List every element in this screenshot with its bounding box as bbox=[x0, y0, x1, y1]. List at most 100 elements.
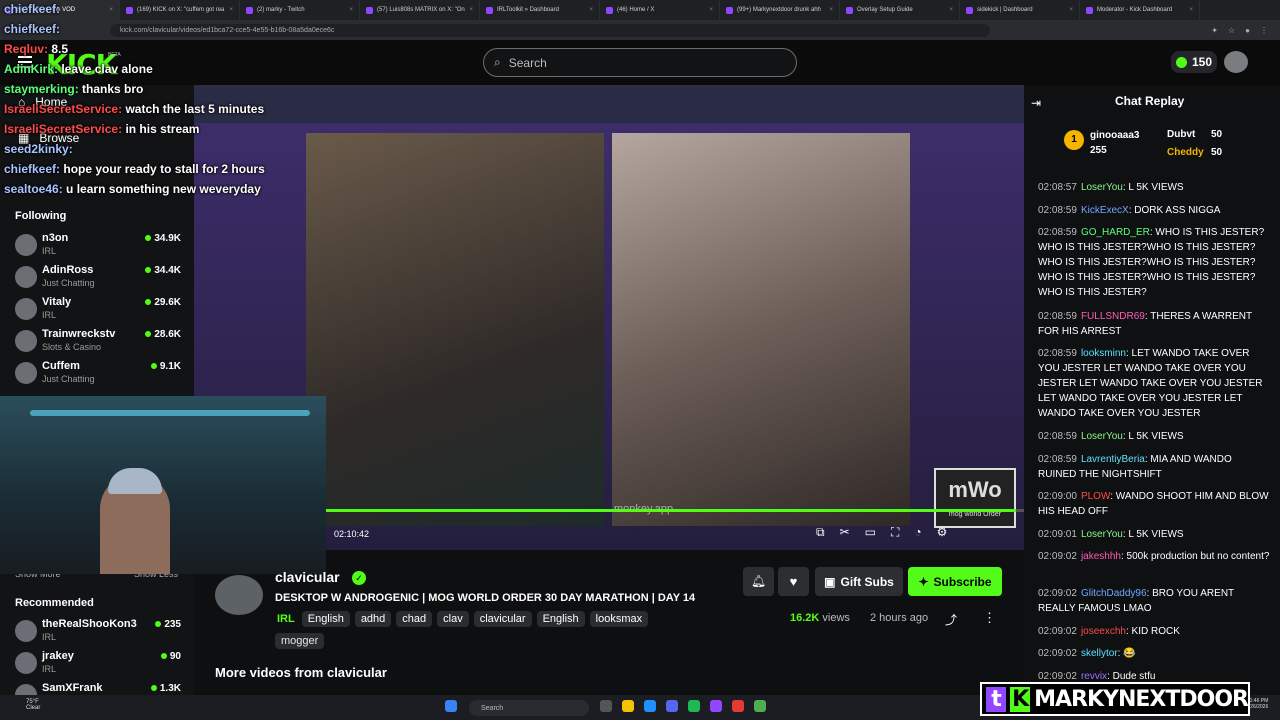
browser-tab[interactable]: (2) marky - Twitch × bbox=[240, 0, 360, 20]
chat-username[interactable]: LoserYou bbox=[1081, 529, 1123, 540]
tag[interactable]: clav bbox=[437, 611, 469, 627]
tag[interactable]: English bbox=[536, 611, 585, 627]
file-explorer-icon[interactable] bbox=[622, 700, 634, 712]
chrome-icon[interactable] bbox=[754, 700, 766, 712]
gift-subs-label: Gift Subs bbox=[840, 574, 894, 589]
browser-tab[interactable]: Overlay Setup Guide × bbox=[840, 0, 960, 20]
chat-username[interactable]: LoserYou bbox=[1081, 431, 1123, 442]
close-tab-icon[interactable]: × bbox=[469, 7, 473, 13]
sidebar-channel-row[interactable]: Cuffem Just Chatting 9.1K bbox=[15, 359, 185, 387]
channel-avatar[interactable] bbox=[215, 575, 263, 615]
chat-username[interactable]: KickExecX bbox=[1081, 205, 1129, 216]
browser-tab[interactable]: sidekick | Dashboard × bbox=[960, 0, 1080, 20]
close-tab-icon[interactable]: × bbox=[949, 7, 953, 13]
follow-button[interactable]: ♥ bbox=[778, 567, 809, 596]
overlay-chat-line: chiefkeef: hope your ready to stall for … bbox=[4, 162, 265, 176]
tag[interactable]: English bbox=[301, 611, 350, 627]
taskbar-search[interactable]: Search bbox=[469, 700, 589, 716]
chat-username[interactable]: GO_HARD_ER bbox=[1081, 227, 1150, 238]
chat-username[interactable]: PLOW bbox=[1081, 491, 1110, 502]
category-link[interactable]: IRL bbox=[275, 611, 297, 627]
edge-icon[interactable] bbox=[644, 700, 656, 712]
progress-bar[interactable] bbox=[326, 509, 1016, 512]
profile-icon[interactable]: ● bbox=[1245, 26, 1250, 35]
leader-1-name[interactable]: ginooaaa3 bbox=[1090, 130, 1139, 141]
channel-category: IRL bbox=[42, 664, 57, 674]
sidebar-channel-row[interactable]: n3on IRL 34.9K bbox=[15, 231, 185, 259]
browser-tab[interactable]: Moderator - Kick Dashboard × bbox=[1080, 0, 1200, 20]
close-tab-icon[interactable]: × bbox=[829, 7, 833, 13]
close-tab-icon[interactable]: × bbox=[109, 7, 113, 13]
close-tab-icon[interactable]: × bbox=[1069, 7, 1073, 13]
more-options-icon[interactable]: ⋮ bbox=[983, 610, 996, 626]
speed-icon[interactable]: ◔ bbox=[914, 525, 921, 540]
led-lights bbox=[30, 410, 310, 416]
chat-username[interactable]: skellytor bbox=[1081, 648, 1118, 659]
pip-icon[interactable]: ⧉ bbox=[816, 525, 825, 540]
tag[interactable]: clavicular bbox=[473, 611, 532, 627]
progress-remaining[interactable] bbox=[1016, 509, 1024, 512]
url-field[interactable]: kick.com/clavicular/videos/ed1bca72-cce5… bbox=[110, 23, 990, 37]
sidebar-channel-row[interactable]: Trainwreckstv Slots & Casino 28.6K bbox=[15, 327, 185, 355]
chat-title: Chat Replay bbox=[1115, 94, 1185, 108]
browser-tab[interactable]: (46) Home / X × bbox=[600, 0, 720, 20]
extension-icon[interactable]: ✦ bbox=[1211, 26, 1218, 35]
start-icon[interactable] bbox=[445, 700, 457, 712]
close-tab-icon[interactable]: × bbox=[709, 7, 713, 13]
fullscreen-icon[interactable]: ⛶ bbox=[891, 525, 899, 540]
discord-icon[interactable] bbox=[666, 700, 678, 712]
subscribe-button[interactable]: ✦ Subscribe bbox=[908, 567, 1002, 596]
views-number: 16.2K bbox=[790, 612, 820, 624]
channel-avatar bbox=[15, 234, 37, 256]
tag[interactable]: adhd bbox=[354, 611, 392, 627]
tag[interactable]: looksmax bbox=[589, 611, 649, 627]
menu-icon[interactable]: ⋮ bbox=[1260, 26, 1268, 35]
chat-username[interactable]: joseexchh bbox=[1081, 626, 1126, 637]
close-tab-icon[interactable]: × bbox=[229, 7, 233, 13]
chat-username[interactable]: GlitchDaddy96 bbox=[1081, 588, 1147, 599]
search-input[interactable]: ⌕ Search bbox=[483, 48, 797, 77]
search-placeholder: Search bbox=[508, 55, 547, 70]
chat-username[interactable]: jakeshhh bbox=[1081, 551, 1121, 562]
settings-icon[interactable]: ⚙ bbox=[937, 525, 948, 540]
overlay-chat-user: AdinKirk: bbox=[4, 62, 58, 76]
share-icon[interactable]: ⤴ bbox=[945, 611, 957, 628]
channel-category: Just Chatting bbox=[42, 278, 95, 288]
leader-3-name[interactable]: Cheddy bbox=[1167, 147, 1204, 158]
sidebar-channel-row[interactable]: jrakey IRL 90 bbox=[15, 649, 185, 677]
sidebar-channel-row[interactable]: theRealShooKon3 IRL 235 bbox=[15, 617, 185, 645]
close-tab-icon[interactable]: × bbox=[349, 7, 353, 13]
browser-tab[interactable]: IRLToolkit » Dashboard × bbox=[480, 0, 600, 20]
browser-tab[interactable]: (57) Luis808s MATRIX on X: "On × bbox=[360, 0, 480, 20]
browser-tab[interactable]: (169) KICK on X: "cuffem got rea × bbox=[120, 0, 240, 20]
weather-widget[interactable]: 75°F Clear bbox=[26, 699, 40, 711]
tag[interactable]: mogger bbox=[275, 633, 325, 649]
twitch-icon[interactable] bbox=[710, 700, 722, 712]
collapse-chat-icon[interactable]: ⇥ bbox=[1031, 96, 1041, 110]
obs-icon[interactable] bbox=[732, 700, 744, 712]
notification-bell-button[interactable]: 🔔︎ bbox=[743, 567, 774, 596]
sidebar-channel-row[interactable]: Vitaly IRL 29.6K bbox=[15, 295, 185, 323]
chat-message: 02:08:59 LavrentiyBeria: MIA AND WANDO RU… bbox=[1038, 454, 1232, 480]
clip-icon[interactable]: ✂ bbox=[840, 525, 850, 540]
chat-username[interactable]: revvix bbox=[1081, 671, 1107, 682]
task-view-icon[interactable] bbox=[600, 700, 612, 712]
gift-subs-button[interactable]: ▣ Gift Subs bbox=[815, 567, 903, 596]
close-tab-icon[interactable]: × bbox=[589, 7, 593, 13]
tag[interactable]: chad bbox=[396, 611, 433, 627]
chat-username[interactable]: LoserYou bbox=[1081, 182, 1123, 193]
theater-icon[interactable]: ▭ bbox=[865, 525, 876, 540]
close-tab-icon[interactable]: × bbox=[1189, 7, 1193, 13]
star-icon[interactable]: ☆ bbox=[1228, 26, 1235, 35]
sidebar-channel-row[interactable]: AdinRoss Just Chatting 34.4K bbox=[15, 263, 185, 291]
chat-username[interactable]: FULLSNDR69 bbox=[1081, 311, 1145, 322]
kick-coins-button[interactable]: 150 bbox=[1171, 51, 1217, 73]
spotify-icon[interactable] bbox=[688, 700, 700, 712]
user-avatar[interactable] bbox=[1224, 51, 1248, 73]
toolbar-icons: ✦ ☆ ● ⋮ bbox=[1211, 26, 1280, 35]
leader-2-name[interactable]: Dubvt bbox=[1167, 129, 1195, 140]
channel-name[interactable]: clavicular bbox=[275, 569, 340, 585]
chat-username[interactable]: looksminn bbox=[1081, 348, 1126, 359]
browser-tab[interactable]: (99+) Markynextdoor drunk ahh × bbox=[720, 0, 840, 20]
chat-username[interactable]: LavrentiyBeria bbox=[1081, 454, 1145, 465]
